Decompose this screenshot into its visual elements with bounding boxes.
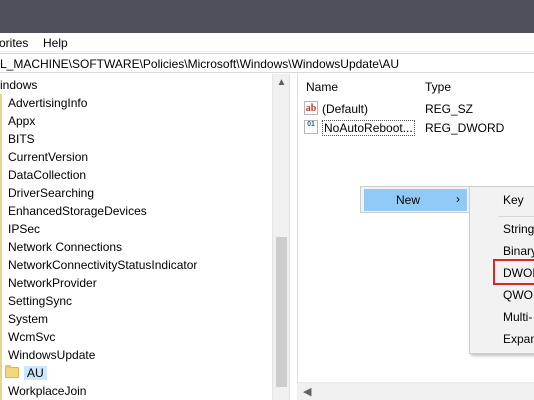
- tree-item-label: CurrentVersion: [8, 150, 89, 164]
- tree-item-label: System: [8, 312, 49, 326]
- value-type: REG_SZ: [425, 102, 474, 116]
- scroll-left-icon[interactable]: ◀: [303, 385, 311, 398]
- tree-guide: [0, 148, 2, 166]
- tree-item-label: Appx: [8, 114, 36, 128]
- tree-item-label: SettingSync: [8, 294, 73, 308]
- tree-item-label: NetworkProvider: [8, 276, 97, 290]
- menu-favorites[interactable]: orites: [0, 36, 28, 50]
- tree-item-label: indows: [0, 78, 38, 92]
- tree-guide: [0, 346, 2, 364]
- tree-guide: [0, 310, 2, 328]
- scroll-up-icon[interactable]: ▲: [273, 77, 290, 88]
- tree-item-label: BITS: [8, 132, 35, 146]
- submenu-item-expandable-string[interactable]: Expan: [503, 332, 534, 346]
- submenu-separator: [498, 216, 534, 217]
- value-name: NoAutoReboot...: [322, 120, 415, 136]
- tree-item-label: IPSec: [8, 222, 41, 236]
- address-bar[interactable]: L_MACHINE\SOFTWARE\Policies\Microsoft\Wi…: [0, 53, 534, 73]
- tree-guide: [0, 220, 2, 238]
- tree-guide: [0, 166, 2, 184]
- submenu-item-string[interactable]: String: [503, 222, 534, 236]
- tree-item-label: WindowsUpdate: [8, 348, 96, 362]
- tree-guide: [0, 94, 2, 112]
- tree-guide: [0, 202, 2, 220]
- list-horizontal-scrollbar[interactable]: ◀: [297, 382, 534, 400]
- submenu-item-key[interactable]: Key: [503, 193, 524, 207]
- scroll-thumb[interactable]: [276, 237, 287, 387]
- tree-item-label: DriverSearching: [8, 186, 95, 200]
- registry-tree[interactable]: indows AdvertisingInfo Appx BITS Current…: [0, 74, 290, 400]
- address-path[interactable]: L_MACHINE\SOFTWARE\Policies\Microsoft\Wi…: [0, 57, 399, 71]
- tree-item-label: WcmSvc: [8, 330, 56, 344]
- context-menu: New ›: [360, 186, 470, 213]
- value-type: REG_DWORD: [425, 121, 505, 135]
- tree-guide: [0, 130, 2, 148]
- tree-item-label: WorkplaceJoin: [8, 384, 87, 398]
- menu-bar: orites Help: [0, 33, 534, 52]
- tree-guide: [0, 274, 2, 292]
- tree-guide: [0, 382, 2, 400]
- submenu-item-multi-string[interactable]: Multi-: [503, 310, 532, 324]
- tree-guide: [0, 256, 2, 274]
- chevron-right-icon: ›: [456, 192, 460, 206]
- column-header-name[interactable]: Name: [306, 80, 338, 94]
- tree-item-label: NetworkConnectivityStatusIndicator: [8, 258, 198, 272]
- submenu-item-binary[interactable]: Binary: [503, 244, 534, 258]
- tree-item-label: DataCollection: [8, 168, 87, 182]
- value-name: (Default): [322, 102, 369, 116]
- window-titlebar: [0, 0, 534, 33]
- tree-guide: [0, 292, 2, 310]
- tree-item-label: AU: [24, 366, 47, 380]
- tree-item-label: Network Connections: [8, 240, 123, 254]
- tree-guide: [0, 184, 2, 202]
- folder-icon: [5, 365, 19, 378]
- binary-value-icon: 01: [304, 120, 318, 134]
- string-value-icon: ab: [304, 101, 318, 115]
- highlight-callout: [493, 259, 534, 285]
- column-header-type[interactable]: Type: [425, 80, 451, 94]
- tree-item-label: EnhancedStorageDevices: [8, 204, 147, 218]
- tree-guide: [0, 364, 2, 382]
- submenu-item-qword[interactable]: QWORD: [503, 288, 534, 302]
- tree-item-label: AdvertisingInfo: [8, 96, 88, 110]
- menu-help[interactable]: Help: [43, 36, 68, 50]
- tree-vertical-scrollbar[interactable]: ▲: [272, 74, 289, 400]
- tree-guide: [0, 328, 2, 346]
- new-label: New: [396, 193, 421, 207]
- tree-guide: [0, 112, 2, 130]
- tree-guide: [0, 238, 2, 256]
